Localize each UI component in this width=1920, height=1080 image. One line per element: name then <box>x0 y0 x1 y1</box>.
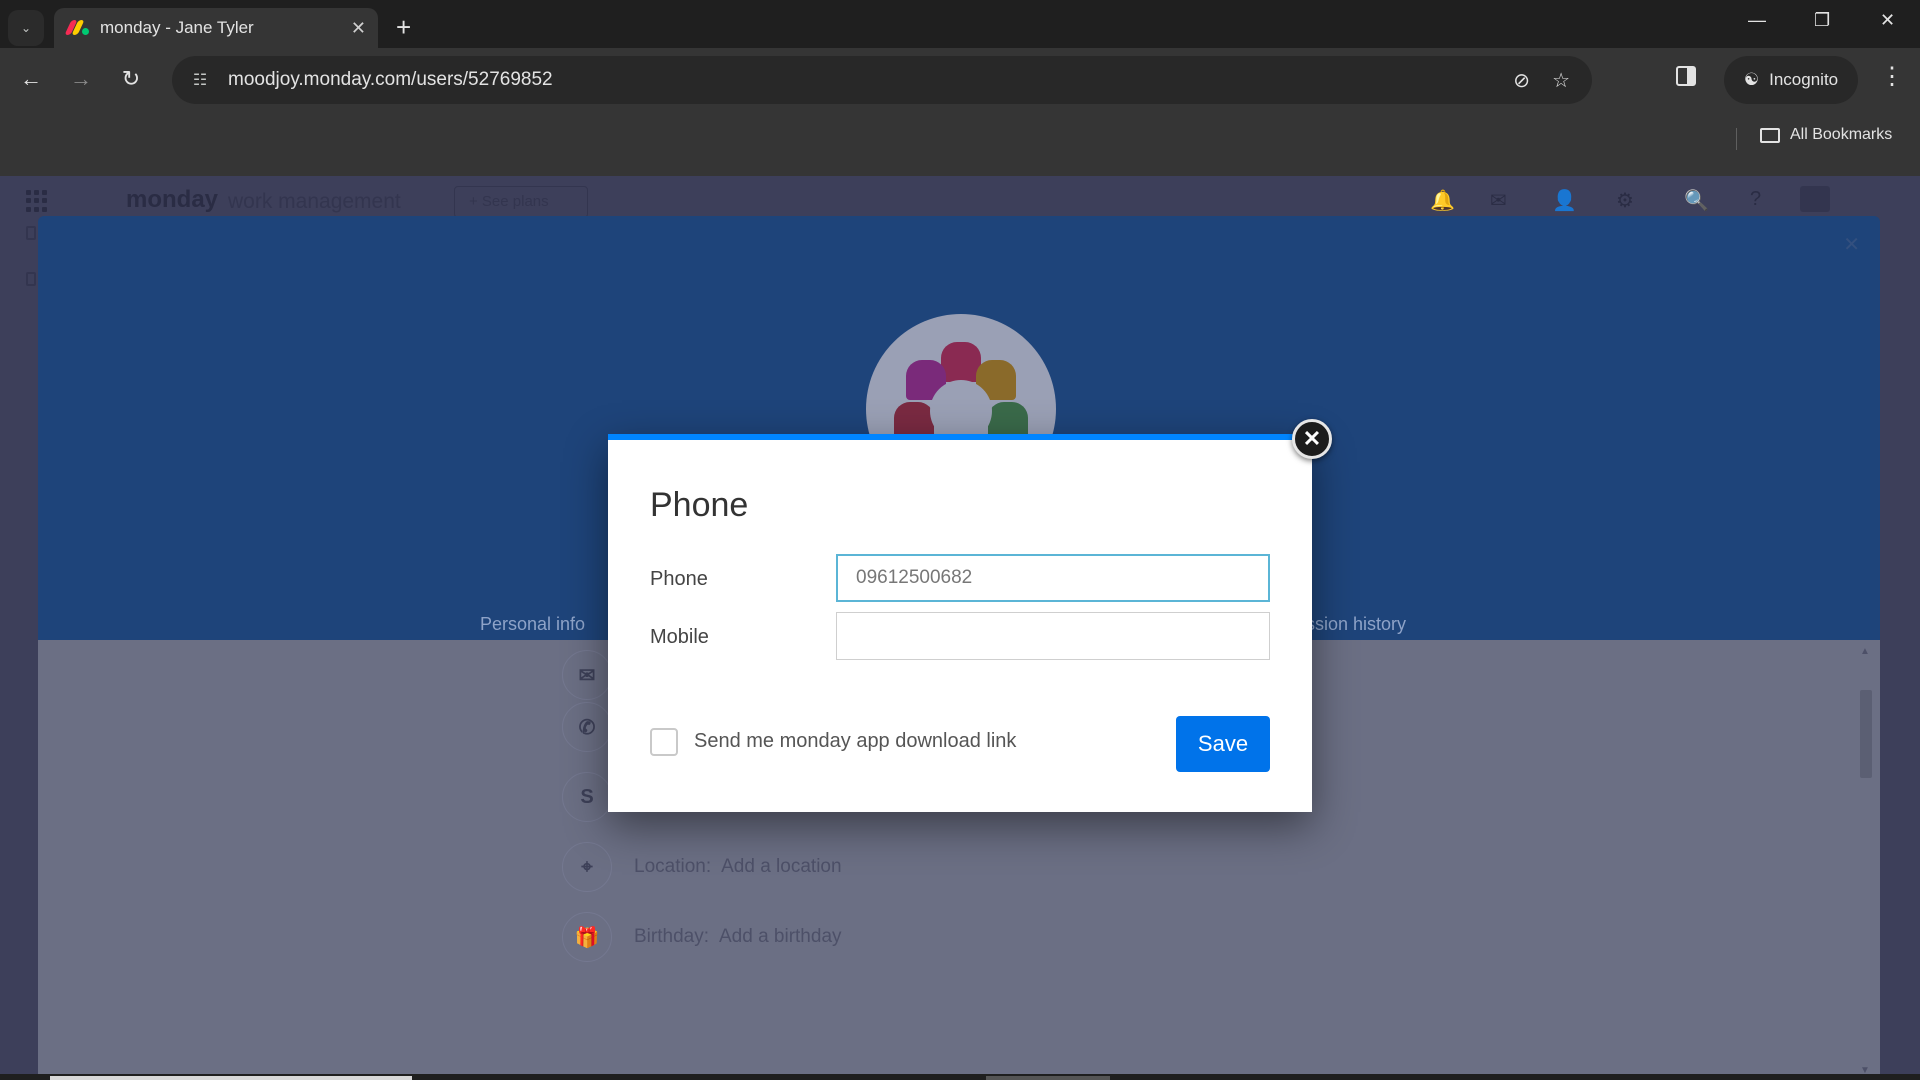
inbox-icon[interactable]: ✉ <box>1490 188 1507 213</box>
back-button[interactable]: ← <box>16 64 46 94</box>
forward-button[interactable]: → <box>66 64 96 94</box>
monday-logo: monday <box>126 186 219 213</box>
phone-dialog: Phone Phone Mobile Send me monday app do… <box>608 434 1312 812</box>
info-row-birthday[interactable]: 🎁 Birthday: Add a birthday <box>562 912 842 962</box>
info-row-email[interactable]: ✉ <box>562 650 612 700</box>
incognito-icon: ☯ <box>1743 70 1760 89</box>
bell-icon[interactable]: 🔔 <box>1430 188 1455 213</box>
info-label: Location: <box>634 856 712 877</box>
home-icon[interactable] <box>26 226 36 240</box>
info-label: Birthday: <box>634 926 709 947</box>
address-bar[interactable]: ☷ moodjoy.monday.com/users/52769852 ⊘ ☆ <box>172 56 1592 104</box>
tab-session-history[interactable]: ssion history <box>1306 614 1406 635</box>
all-bookmarks-label: All Bookmarks <box>1790 126 1893 143</box>
horizontal-scroll-thumb[interactable] <box>986 1076 1110 1080</box>
monday-favicon-icon <box>64 20 89 36</box>
apps-grid-icon[interactable] <box>26 190 48 212</box>
info-value[interactable]: Add a birthday <box>719 926 842 948</box>
incognito-button[interactable]: ☯ Incognito <box>1724 56 1858 104</box>
all-bookmarks-button[interactable]: All Bookmarks <box>1760 126 1892 144</box>
side-panel-icon[interactable] <box>1676 66 1696 86</box>
scroll-thumb[interactable] <box>1860 690 1872 778</box>
user-avatar[interactable] <box>1800 186 1830 212</box>
help-icon[interactable]: ? <box>1750 188 1761 211</box>
reload-icon: ↻ <box>121 66 141 91</box>
info-value[interactable]: Add a location <box>721 856 841 878</box>
browser-tabstrip: ⌄ monday - Jane Tyler ✕ + — ❐ ✕ <box>0 0 1920 48</box>
close-tab-icon[interactable]: ✕ <box>351 18 366 39</box>
tune-icon[interactable]: ☷ <box>180 70 220 90</box>
browser-tab[interactable]: monday - Jane Tyler ✕ <box>54 8 378 48</box>
profile-close-icon[interactable]: ✕ <box>1843 232 1860 257</box>
url-text[interactable]: moodjoy.monday.com/users/52769852 <box>228 69 1513 91</box>
left-rail <box>0 216 38 1080</box>
download-link-checkbox[interactable] <box>650 728 678 756</box>
close-dialog-button[interactable]: ✕ <box>1292 419 1332 459</box>
info-row-location[interactable]: ⌖ Location: Add a location <box>562 842 842 892</box>
phone-label: Phone <box>650 568 708 590</box>
close-icon: ✕ <box>1302 426 1322 451</box>
chevron-down-icon: ⌄ <box>20 21 32 35</box>
horizontal-scroll-indicator[interactable] <box>50 1076 412 1080</box>
gift-icon: 🎁 <box>562 912 612 962</box>
dialog-title: Phone <box>650 486 749 524</box>
avatar-petal <box>941 342 981 382</box>
save-button[interactable]: Save <box>1176 716 1270 772</box>
minimize-icon[interactable]: — <box>1748 10 1766 31</box>
star-icon[interactable]: ☆ <box>1552 68 1570 93</box>
browser-toolbar: ← → ↻ ☷ moodjoy.monday.com/users/5276985… <box>0 48 1920 176</box>
tab-search-button[interactable]: ⌄ <box>8 10 44 46</box>
incognito-label: Incognito <box>1769 70 1839 89</box>
see-plans-button[interactable]: + See plans <box>454 186 588 218</box>
content-scrollbar[interactable]: ▲ ▼ <box>1858 646 1874 1076</box>
email-icon: ✉ <box>562 650 612 700</box>
apps-icon[interactable]: ⚙ <box>1616 188 1634 213</box>
reload-button[interactable]: ↻ <box>116 64 146 94</box>
scroll-up-icon[interactable]: ▲ <box>1860 646 1870 657</box>
arrow-right-icon: → <box>70 66 92 91</box>
folder-icon <box>1760 127 1780 143</box>
workspace-icon[interactable] <box>26 272 36 286</box>
location-icon: ⌖ <box>562 842 612 892</box>
logo-subtitle: work management <box>228 190 401 213</box>
skype-icon: S <box>562 772 612 822</box>
bookmarks-divider <box>1736 128 1737 150</box>
avatar-center <box>930 380 992 442</box>
phone-icon: ✆ <box>562 702 612 752</box>
mobile-input[interactable] <box>836 612 1270 660</box>
arrow-left-icon: ← <box>20 66 42 91</box>
window-close-icon[interactable]: ✕ <box>1880 10 1895 31</box>
eye-off-icon[interactable]: ⊘ <box>1513 68 1530 93</box>
phone-input[interactable] <box>836 554 1270 602</box>
new-tab-button[interactable]: + <box>396 12 411 42</box>
download-link-label[interactable]: Send me monday app download link <box>694 730 1016 753</box>
search-icon[interactable]: 🔍 <box>1684 188 1709 213</box>
restore-icon[interactable]: ❐ <box>1814 10 1830 31</box>
invite-icon[interactable]: 👤 <box>1552 188 1577 213</box>
kebab-menu-icon[interactable]: ⋮ <box>1880 62 1904 91</box>
app-header: monday work management + See plans 🔔 ✉ 👤… <box>0 176 1920 218</box>
tab-title: monday - Jane Tyler <box>100 18 254 37</box>
mobile-label: Mobile <box>650 626 709 648</box>
